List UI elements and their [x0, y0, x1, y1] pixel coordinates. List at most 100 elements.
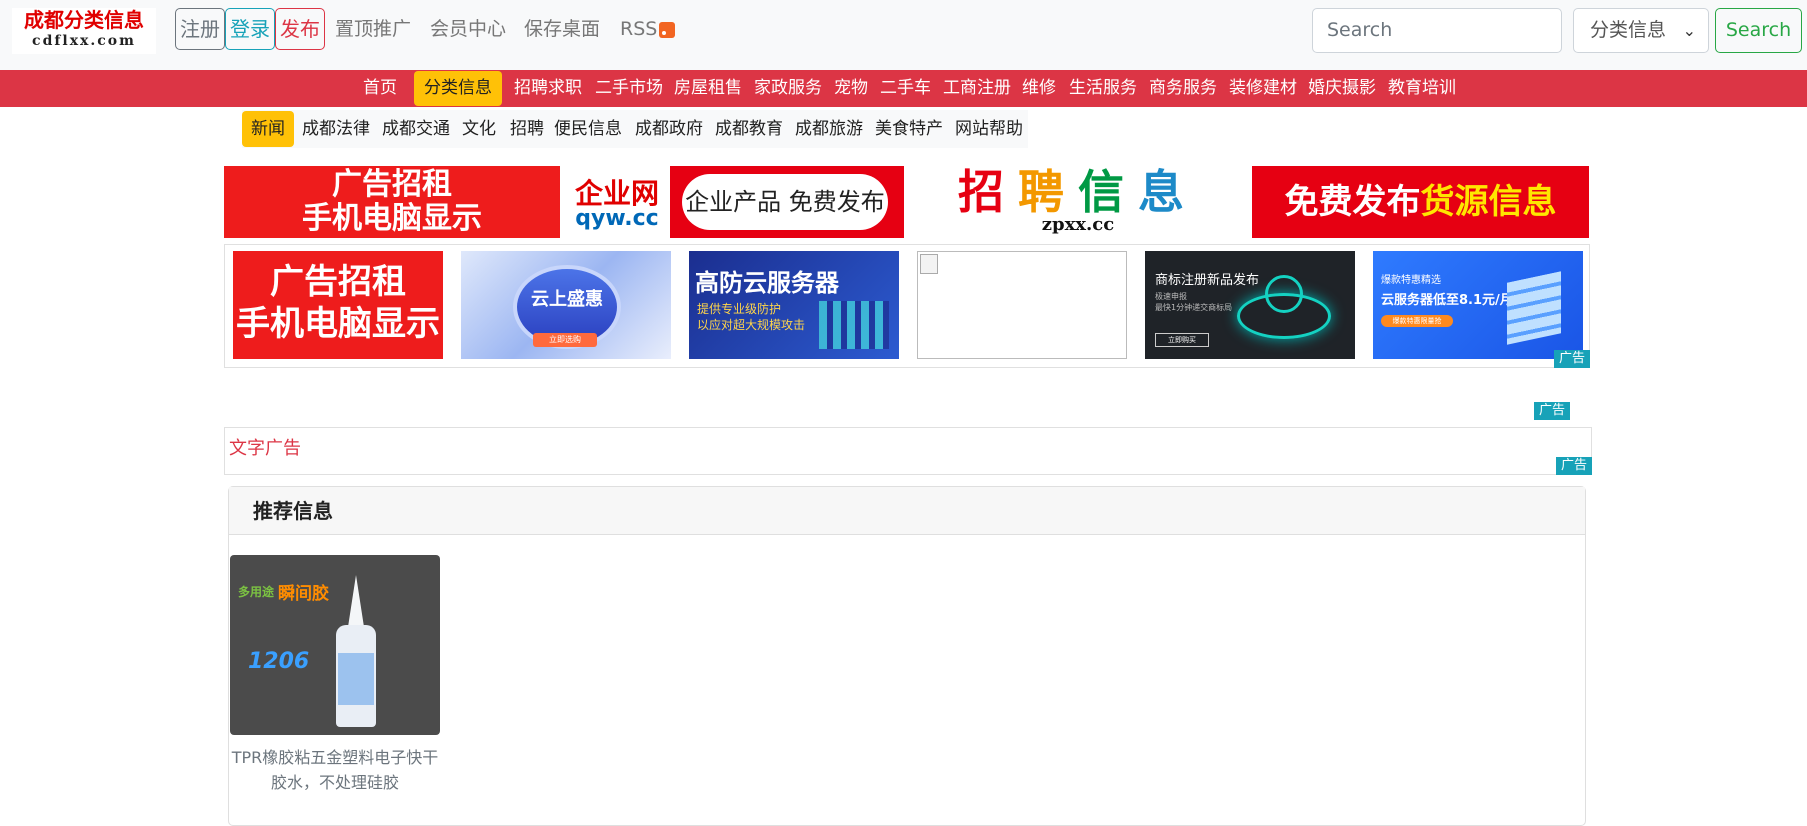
- trademark-title: 商标注册新品发布: [1155, 273, 1260, 288]
- free-post-highlight: 货源信息: [1420, 182, 1557, 222]
- banner-ad-rental-line1: 广告招租: [332, 167, 452, 202]
- cloud-deal-button: 爆款特惠限量抢: [1381, 315, 1453, 327]
- nav-item-housing[interactable]: 房屋租售: [674, 70, 742, 107]
- ad-tile-broken-image[interactable]: [917, 251, 1127, 359]
- product-image-text2: 瞬间胶: [278, 584, 329, 604]
- banner-ad-rental-line2: 手机电脑显示: [302, 201, 482, 236]
- trademark-button: 立即购买: [1155, 333, 1209, 347]
- qyw-url: qyw.cc: [575, 206, 659, 231]
- rss-label: RSS: [620, 18, 658, 40]
- cloud-deal-title: 云服务器低至8.1元/月: [1381, 293, 1513, 308]
- banner-ad-zpxx[interactable]: 招聘信息 zpxx.cc: [904, 166, 1252, 238]
- text-ad-box: 文字广告 广告: [224, 427, 1592, 475]
- qyw-slogan-box: 企业产品 免费发布: [670, 166, 904, 238]
- nav-item-decoration[interactable]: 装修建材: [1229, 70, 1297, 107]
- subnav-item-convenience[interactable]: 便民信息: [554, 110, 622, 148]
- ad-tile-rental-line1: 广告招租: [270, 262, 406, 302]
- product-title-link[interactable]: TPR橡胶粘五金塑料电子快干胶水，不处理硅胶: [230, 745, 440, 795]
- ad-tile-cloud-deal[interactable]: 爆款特惠精选 云服务器低至8.1元/月 爆款特惠限量抢: [1373, 251, 1583, 359]
- nav-item-repair[interactable]: 维修: [1022, 70, 1056, 107]
- logo-domain: cdflxx.com: [32, 33, 136, 49]
- register-button[interactable]: 注册: [175, 8, 225, 50]
- login-button[interactable]: 登录: [225, 8, 275, 50]
- free-post-prefix: 免费发布: [1284, 182, 1421, 222]
- nav-item-jobs[interactable]: 招聘求职: [514, 70, 582, 107]
- rss-icon: [659, 21, 676, 38]
- qyw-slogan: 企业产品 免费发布: [682, 174, 888, 230]
- trademark-subtitle: 极速申报 最快1分钟递交商标局: [1155, 291, 1232, 313]
- zpxx-title: 招聘信息: [958, 165, 1198, 219]
- ad-tile-trademark[interactable]: 商标注册新品发布 极速申报 最快1分钟递交商标局 立即购买: [1145, 251, 1355, 359]
- banner-ad-rental[interactable]: 广告招租 手机电脑显示: [224, 166, 560, 238]
- nav-item-education[interactable]: 教育培训: [1388, 70, 1456, 107]
- text-ad-link[interactable]: 文字广告: [229, 434, 301, 460]
- server-stack-graphic: [1507, 271, 1561, 345]
- product-image-code: 1206: [248, 649, 310, 674]
- broken-image-icon: [920, 254, 938, 274]
- subnav-item-culture[interactable]: 文化: [462, 110, 496, 148]
- zpxx-url: zpxx.cc: [1041, 214, 1115, 235]
- recommend-card-header: 推荐信息: [229, 487, 1585, 535]
- search-input[interactable]: Search: [1312, 8, 1562, 53]
- trademark-subtitle-line1: 极速申报: [1155, 292, 1187, 301]
- top-bar: 成都分类信息 cdflxx.com 注册 登录 发布 置顶推广 会员中心 保存桌…: [0, 0, 1807, 70]
- ddos-title: 高防云服务器: [695, 269, 839, 297]
- sub-nav: 新闻 成都法律 成都交通 文化 招聘 便民信息 成都政府 成都教育 成都旅游 美…: [242, 110, 1028, 148]
- registered-mark-icon: [1265, 275, 1303, 313]
- ddos-subtitle-line1: 提供专业级防护: [697, 302, 782, 316]
- bottle-label: [338, 653, 374, 705]
- site-logo[interactable]: 成都分类信息 cdflxx.com: [12, 8, 156, 54]
- nav-item-used-cars[interactable]: 二手车: [880, 70, 931, 107]
- subnav-item-travel[interactable]: 成都旅游: [795, 110, 863, 148]
- subnav-item-education[interactable]: 成都教育: [715, 110, 783, 148]
- subnav-item-news[interactable]: 新闻: [242, 111, 294, 147]
- chevron-down-icon: ⌄: [1682, 21, 1696, 40]
- subnav-item-help[interactable]: 网站帮助: [955, 110, 1023, 148]
- ddos-subtitle: 提供专业级防护 以应对超大规模攻击: [697, 301, 805, 333]
- ad-tag: 广告: [1555, 457, 1592, 475]
- nav-item-housekeeping[interactable]: 家政服务: [754, 70, 822, 107]
- category-select-value: 分类信息: [1590, 19, 1667, 41]
- nav-item-business-registration[interactable]: 工商注册: [943, 70, 1011, 107]
- nav-item-pets[interactable]: 宠物: [834, 70, 868, 107]
- ad-tag: 广告: [1534, 402, 1571, 420]
- banner-ad-qyw[interactable]: 企业网 qyw.cc 企业产品 免费发布: [560, 166, 904, 238]
- ad-tile-cloud-sale[interactable]: 云上盛惠 立即选购: [461, 251, 671, 359]
- recommend-title: 推荐信息: [253, 499, 333, 523]
- category-select[interactable]: 分类信息 ⌄: [1573, 8, 1709, 53]
- cloud-sale-button: 立即选购: [533, 333, 597, 347]
- main-nav: 首页 分类信息 招聘求职 二手市场 房屋租售 家政服务 宠物 二手车 工商注册 …: [0, 70, 1807, 107]
- ad-tile-rental-line2: 手机电脑显示: [236, 304, 440, 344]
- ad-tag: 广告: [1553, 350, 1590, 368]
- top-link-save-desktop[interactable]: 保存桌面: [524, 8, 600, 50]
- ad-tile-rental[interactable]: 广告招租 手机电脑显示: [233, 251, 443, 359]
- nav-item-classified[interactable]: 分类信息: [414, 71, 502, 106]
- subnav-item-traffic[interactable]: 成都交通: [382, 110, 450, 148]
- subnav-item-food[interactable]: 美食特产: [875, 110, 943, 148]
- logo-title: 成都分类信息: [24, 8, 144, 32]
- nav-item-life-services[interactable]: 生活服务: [1069, 70, 1137, 107]
- rss-link[interactable]: RSS: [620, 8, 676, 50]
- subnav-item-recruit[interactable]: 招聘: [510, 110, 544, 148]
- cloud-sale-title: 云上盛惠: [531, 289, 603, 310]
- nav-item-home[interactable]: 首页: [363, 70, 397, 107]
- subnav-item-government[interactable]: 成都政府: [635, 110, 703, 148]
- server-graphic: [819, 301, 889, 349]
- ddos-subtitle-line2: 以应对超大规模攻击: [697, 318, 806, 332]
- top-link-member-center[interactable]: 会员中心: [430, 8, 506, 50]
- bottle-nozzle: [348, 575, 364, 627]
- product-image[interactable]: 多用途 瞬间胶 1206: [230, 555, 440, 735]
- top-link-promote[interactable]: 置顶推广: [335, 8, 411, 50]
- product-image-text1: 多用途: [238, 585, 275, 599]
- post-button[interactable]: 发布: [275, 8, 325, 50]
- recommend-card: 推荐信息 多用途 瞬间胶 1206 TPR橡胶粘五金塑料电子快干胶水，不处理硅胶: [228, 486, 1586, 826]
- ad-tiles-box: 广告招租 手机电脑显示 云上盛惠 立即选购 高防云服务器 提供专业级防护 以应对…: [224, 244, 1590, 368]
- ad-tile-ddos-server[interactable]: 高防云服务器 提供专业级防护 以应对超大规模攻击: [689, 251, 899, 359]
- nav-item-secondhand[interactable]: 二手市场: [595, 70, 663, 107]
- search-button[interactable]: Search: [1715, 8, 1802, 53]
- nav-item-business-services[interactable]: 商务服务: [1149, 70, 1217, 107]
- nav-item-wedding[interactable]: 婚庆摄影: [1308, 70, 1376, 107]
- subnav-item-law[interactable]: 成都法律: [302, 110, 370, 148]
- banner-ad-free-post[interactable]: 免费发布货源信息: [1252, 166, 1589, 238]
- cloud-deal-small: 爆款特惠精选: [1381, 275, 1441, 286]
